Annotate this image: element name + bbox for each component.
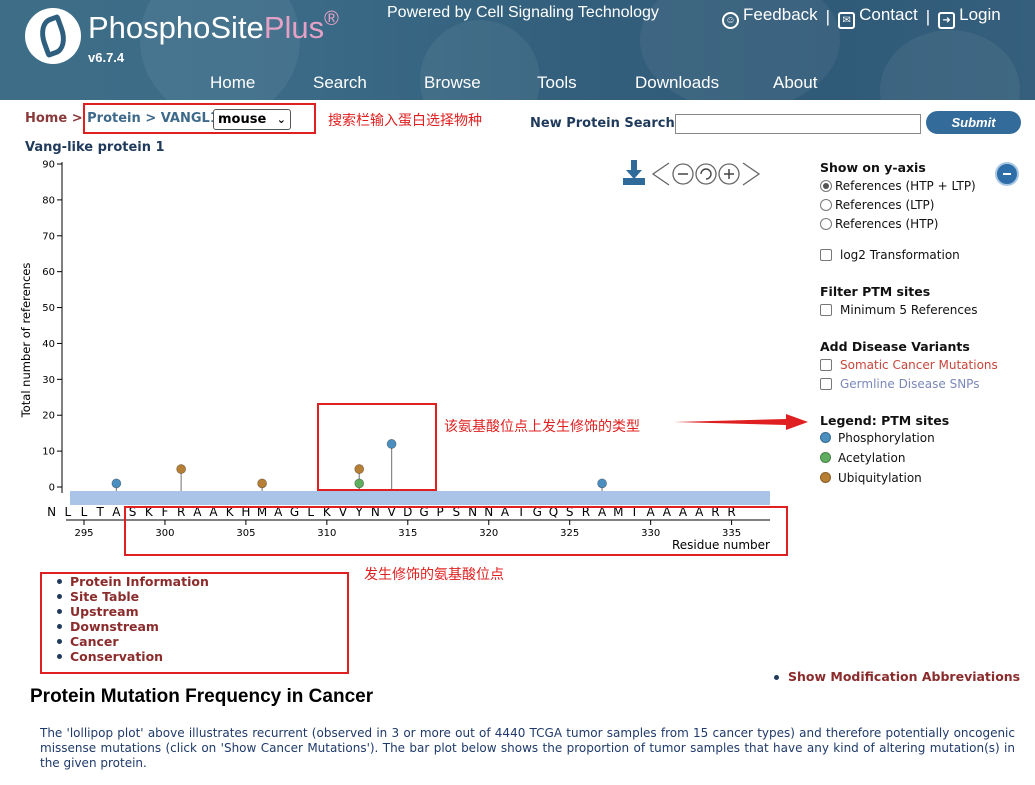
show-abbreviations-link[interactable]: Show Modification Abbreviations xyxy=(772,669,1020,684)
somatic-mutations-option[interactable]: Somatic Cancer Mutations xyxy=(820,358,998,372)
annotation-ptm-type-note: 该氨基酸位点上发生修饰的类型 xyxy=(444,419,640,435)
logo-icon[interactable] xyxy=(25,8,81,64)
ptm-site-marker xyxy=(257,478,267,489)
y-axis: 0 10 20 30 40 50 60 70 80 90 xyxy=(42,160,63,494)
mutation-section-title: Protein Mutation Frequency in Cancer xyxy=(30,686,374,707)
phosphorylation-dot-icon xyxy=(820,432,831,443)
y-tick-label: 20 xyxy=(42,411,55,422)
x-tick-label: 295 xyxy=(74,528,93,539)
radio-button[interactable] xyxy=(820,199,832,211)
annotation-box-sites xyxy=(124,506,788,556)
yaxis-option-ltp[interactable]: References (LTP) xyxy=(820,198,934,212)
legend-phosphorylation: Phosphorylation xyxy=(820,431,935,445)
y-tick-label: 70 xyxy=(42,231,55,242)
nav-home[interactable]: Home xyxy=(210,73,255,93)
checkbox[interactable] xyxy=(820,304,832,316)
yaxis-options-title: Show on y-axis xyxy=(820,160,926,175)
top-links: ☺ Feedback | ✉ Contact | ➜ Login xyxy=(722,5,1001,29)
collapse-panel-button[interactable] xyxy=(995,162,1019,186)
acetylation-dot-icon xyxy=(820,452,831,463)
login-icon: ➜ xyxy=(938,12,956,29)
header-texture xyxy=(880,30,1020,100)
new-protein-search-label: New Protein Search: xyxy=(530,116,680,131)
filter-ptm-title: Filter PTM sites xyxy=(820,284,931,299)
germline-snps-option[interactable]: Germline Disease SNPs xyxy=(820,377,979,391)
y-tick-label: 80 xyxy=(42,195,55,206)
radio-button[interactable] xyxy=(820,180,832,192)
nav-tools[interactable]: Tools xyxy=(537,73,577,93)
separator: | xyxy=(925,7,931,26)
ptm-site-marker xyxy=(597,478,607,489)
y-tick-label: 90 xyxy=(42,160,55,171)
nav-search[interactable]: Search xyxy=(313,73,367,93)
y-tick-label: 50 xyxy=(42,303,55,314)
checkbox[interactable] xyxy=(820,249,832,261)
site-header: PhosphoSitePlus® v6.7.4 Powered by Cell … xyxy=(0,0,1035,100)
annotation-box-links xyxy=(40,572,349,674)
annotation-arrow xyxy=(674,414,808,430)
radio-button[interactable] xyxy=(820,218,832,230)
version-label: v6.7.4 xyxy=(88,50,125,65)
y-tick-label: 0 xyxy=(49,483,55,494)
ptm-site-marker xyxy=(111,478,122,489)
y-tick-label: 40 xyxy=(42,339,55,350)
annotation-species-note: 搜索栏输入蛋白选择物种 xyxy=(328,113,482,129)
legend-title: Legend: PTM sites xyxy=(820,413,950,428)
nav-about[interactable]: About xyxy=(773,73,817,93)
breadcrumb-home[interactable]: Home xyxy=(25,111,67,126)
legend-ubiquitylation: Ubiquitylation xyxy=(820,471,922,485)
log2-transform-option[interactable]: log2 Transformation xyxy=(820,248,960,262)
envelope-icon: ✉ xyxy=(838,12,856,29)
residue-letter: N xyxy=(47,505,56,519)
annotation-box-ptm xyxy=(317,403,437,491)
protein-backbone-bar xyxy=(70,491,770,505)
feedback-link[interactable]: ☺ Feedback xyxy=(722,5,818,29)
y-tick-label: 30 xyxy=(42,375,55,386)
annotation-site-note: 发生修饰的氨基酸位点 xyxy=(364,567,504,583)
submit-button[interactable]: Submit xyxy=(926,111,1021,134)
separator: | xyxy=(825,7,831,26)
nav-downloads[interactable]: Downloads xyxy=(635,73,719,93)
legend-acetylation: Acetylation xyxy=(820,451,905,465)
residue-letter: A xyxy=(112,505,121,519)
residue-letter: T xyxy=(96,505,105,519)
y-axis-label: Total number of references xyxy=(19,263,33,419)
powered-by-text: Powered by Cell Signaling Technology xyxy=(387,4,659,21)
protein-search-input[interactable] xyxy=(675,114,921,134)
y-tick-label: 60 xyxy=(42,267,55,278)
min-references-option[interactable]: Minimum 5 References xyxy=(820,303,978,317)
residue-letter: L xyxy=(64,505,71,519)
breadcrumb-sep: > xyxy=(71,111,83,126)
yaxis-option-htp-ltp[interactable]: References (HTP + LTP) xyxy=(820,179,976,193)
annotation-box-species xyxy=(83,103,316,134)
residue-letter: L xyxy=(81,505,88,519)
contact-link[interactable]: ✉ Contact xyxy=(838,5,918,29)
ubiquitylation-dot-icon xyxy=(820,472,831,483)
mutation-description: The 'lollipop plot' above illustrates re… xyxy=(40,726,1015,770)
checkbox[interactable] xyxy=(820,359,832,371)
login-link[interactable]: ➜ Login xyxy=(938,5,1001,29)
yaxis-option-htp[interactable]: References (HTP) xyxy=(820,217,938,231)
site-logo-text[interactable]: PhosphoSitePlus® xyxy=(88,8,339,46)
disease-variants-title: Add Disease Variants xyxy=(820,339,970,354)
lollipop-plot: Total number of references 0 10 20 30 40 50 60… xyxy=(19,160,770,553)
smiley-icon: ☺ xyxy=(722,12,739,29)
checkbox[interactable] xyxy=(820,378,832,390)
y-tick-label: 10 xyxy=(42,447,55,458)
nav-browse[interactable]: Browse xyxy=(424,73,481,93)
ptm-site-marker xyxy=(176,464,187,474)
